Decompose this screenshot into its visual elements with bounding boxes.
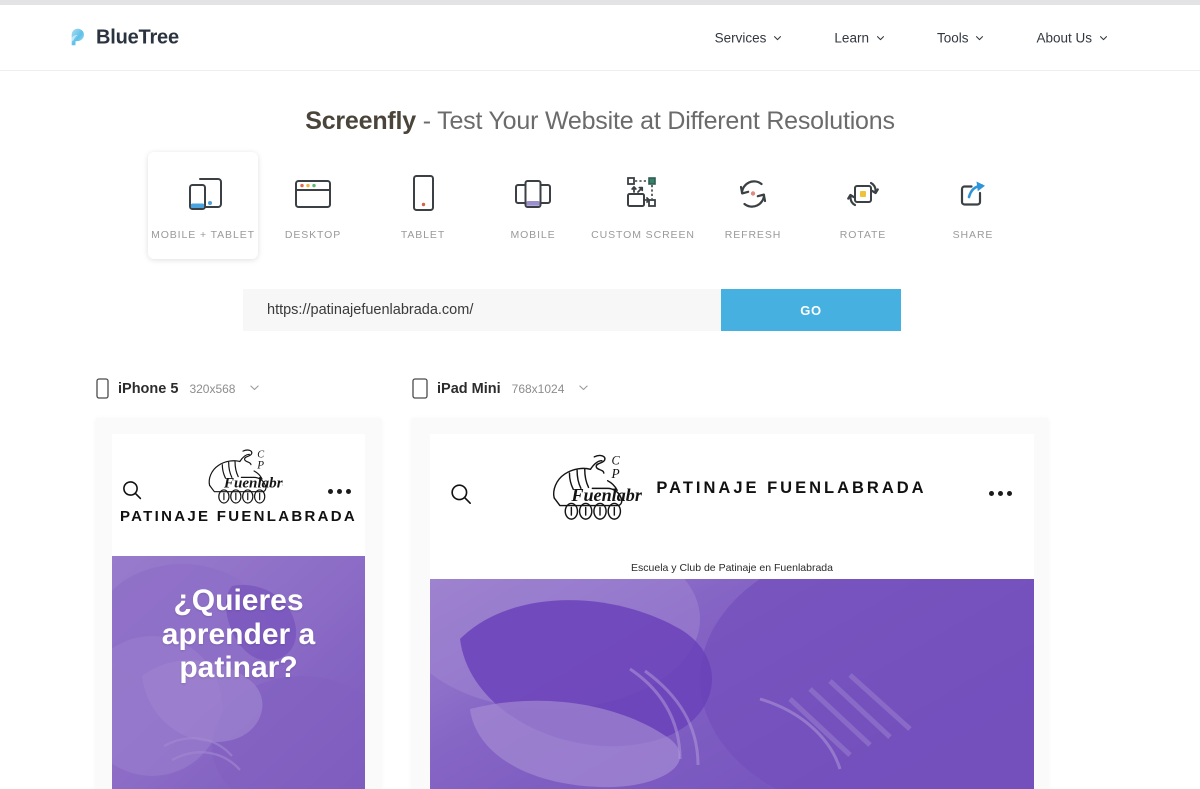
preview-brand-block: Fuenlabrada C P PATINAJE FUENLABRADA — [112, 444, 365, 526]
mobile-tablet-icon — [180, 172, 226, 216]
tool-mobile-tablet[interactable]: MOBILE + TABLET — [148, 152, 258, 259]
nav-label: About Us — [1036, 30, 1092, 45]
preview-site-name: PATINAJE FUENLABRADA — [656, 478, 927, 497]
svg-text:Fuenlabrada: Fuenlabrada — [571, 485, 643, 505]
main-nav: Services Learn Tools About Us — [715, 30, 1108, 45]
preview-site-name: PATINAJE FUENLABRADA — [119, 508, 358, 525]
preview-brand-block: Fuenlabrada C P PATINAJE FUENLABRADA Esc… — [430, 448, 1034, 574]
tool-desktop[interactable]: DESKTOP — [258, 152, 368, 255]
chevron-down-icon — [975, 30, 984, 45]
hero-purple-overlay — [430, 579, 1034, 789]
chevron-down-icon — [773, 30, 782, 45]
device-header-iphone: iPhone 5 320x568 — [96, 378, 260, 399]
preview-site-header: Fuenlabrada C P PATINAJE FUENLABRADA — [112, 434, 365, 556]
custom-screen-icon — [622, 172, 664, 216]
preview-frame-ipad: Fuenlabrada C P PATINAJE FUENLABRADA Esc… — [412, 418, 1048, 789]
tool-mobile[interactable]: MOBILE — [478, 152, 588, 255]
preview-site-header: Fuenlabrada C P PATINAJE FUENLABRADA Esc… — [430, 434, 1034, 579]
cloud-icon — [66, 27, 88, 49]
preview-hero: ¿Quieres aprender a patinar? — [112, 556, 365, 789]
tool-label: REFRESH — [724, 229, 782, 241]
tablet-outline-icon — [412, 378, 428, 399]
tool-label: TABLET — [400, 229, 446, 241]
nav-label: Tools — [936, 30, 969, 45]
tool-share[interactable]: SHARE — [918, 152, 1028, 255]
device-name: iPhone 5 — [118, 380, 179, 397]
device-name: iPad Mini — [437, 380, 501, 397]
page-title-highlight: Screenfly — [305, 107, 416, 135]
hero-headline: ¿Quieres aprender a patinar? — [161, 584, 316, 685]
nav-item-learn[interactable]: Learn — [834, 30, 885, 45]
mobile-icon — [512, 172, 554, 216]
svg-text:P: P — [611, 466, 620, 481]
chevron-down-icon[interactable] — [249, 380, 260, 398]
tool-tablet[interactable]: TABLET — [368, 152, 478, 255]
svg-text:Fuenlabrada: Fuenlabrada — [222, 476, 282, 492]
tool-rotate[interactable]: ROTATE — [808, 152, 918, 255]
brand-logo-group[interactable]: BlueTree — [66, 26, 179, 49]
device-resolution: 320x568 — [189, 381, 236, 396]
url-input[interactable] — [243, 289, 721, 331]
page-title-rest: - Test Your Website at Different Resolut… — [415, 107, 895, 135]
chevron-down-icon[interactable] — [578, 380, 589, 398]
nav-item-tools[interactable]: Tools — [937, 30, 985, 45]
device-header-ipad: iPad Mini 768x1024 — [412, 378, 589, 399]
brand-name: BlueTree — [96, 26, 179, 48]
chevron-down-icon — [876, 30, 885, 45]
tool-label: SHARE — [952, 229, 994, 241]
go-button[interactable]: GO — [721, 289, 901, 331]
rotate-icon — [841, 172, 885, 216]
site-header: BlueTree Services Learn Tools About Us — [0, 5, 1200, 71]
url-bar: GO — [243, 289, 901, 331]
preview-viewport-iphone[interactable]: Fuenlabrada C P PATINAJE FUENLABRADA — [112, 434, 365, 789]
page-title: Screenfly - Test Your Website at Differe… — [0, 107, 1200, 136]
device-toolbar: MOBILE + TABLET DESKTOP TABLET MOBILE CU… — [148, 152, 1028, 259]
preview-logo-row: Fuenlabrada C P PATINAJE FUENLABRADA — [430, 448, 1034, 528]
desktop-window-icon — [293, 172, 333, 216]
preview-frame-iphone: Fuenlabrada C P PATINAJE FUENLABRADA — [96, 418, 381, 789]
phone-outline-icon — [96, 378, 109, 399]
nav-item-about-us[interactable]: About Us — [1036, 30, 1108, 45]
roller-skate-logo: Fuenlabrada C P — [112, 444, 365, 506]
tool-label: ROTATE — [839, 229, 887, 241]
nav-label: Learn — [834, 30, 869, 45]
tool-label: CUSTOM SCREEN — [591, 229, 695, 241]
tool-label: MOBILE — [510, 229, 556, 241]
svg-text:P: P — [256, 460, 264, 472]
tool-label: DESKTOP — [284, 229, 342, 241]
tablet-icon — [408, 172, 438, 216]
chevron-down-icon — [1099, 30, 1108, 45]
refresh-icon — [733, 172, 773, 216]
preview-viewport-ipad[interactable]: Fuenlabrada C P PATINAJE FUENLABRADA Esc… — [430, 434, 1034, 789]
nav-label: Services — [714, 30, 767, 45]
tool-label: MOBILE + TABLET — [151, 229, 255, 241]
device-resolution: 768x1024 — [511, 381, 565, 396]
preview-hero — [430, 579, 1034, 789]
tool-custom-screen[interactable]: CUSTOM SCREEN — [588, 152, 698, 255]
preview-tagline: Escuela y Club de Patinaje en Fuenlabrad… — [631, 562, 833, 574]
nav-item-services[interactable]: Services — [715, 30, 783, 45]
tool-refresh[interactable]: REFRESH — [698, 152, 808, 255]
roller-skate-logo: Fuenlabrada C P — [537, 448, 669, 528]
share-icon — [954, 172, 992, 216]
screenfly-page: BlueTree Services Learn Tools About Us S… — [0, 0, 1200, 789]
